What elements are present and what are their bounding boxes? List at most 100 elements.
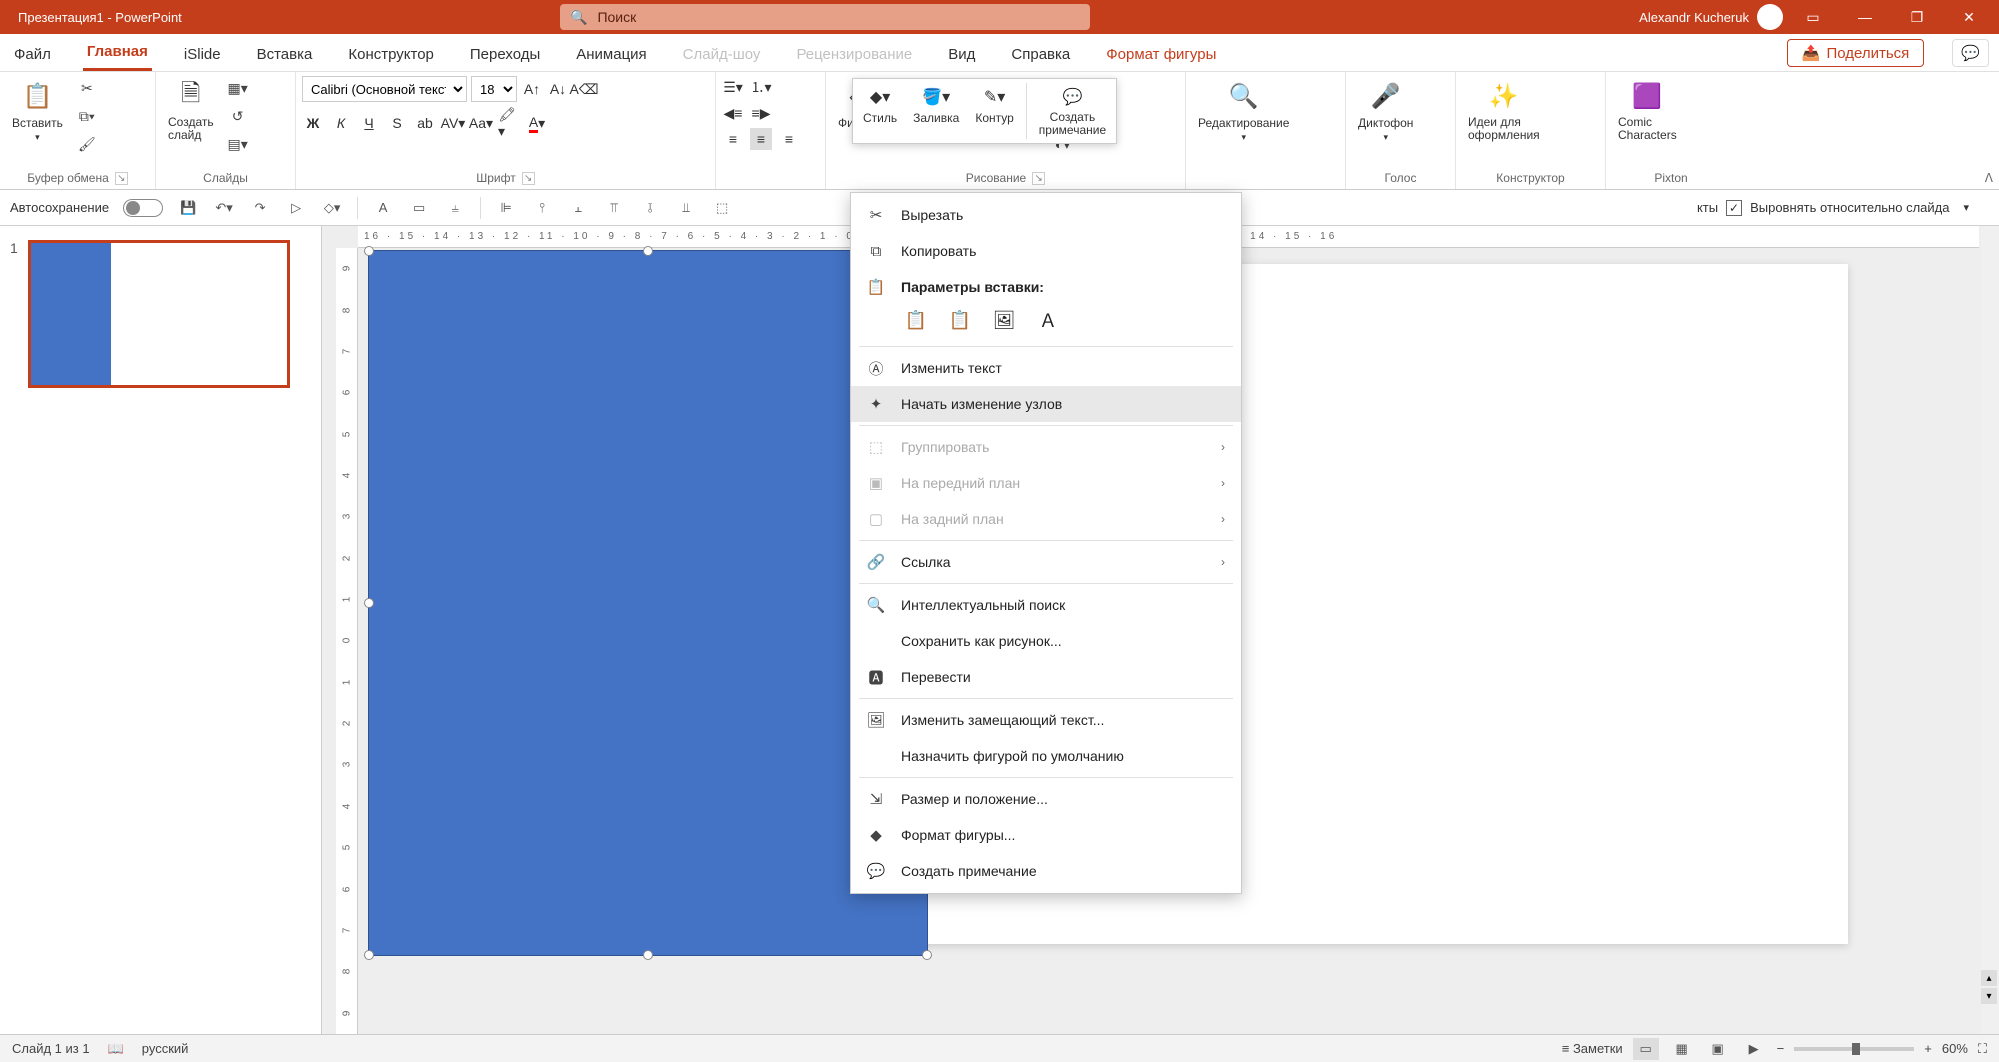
slide-sorter-view-icon[interactable]: ▦ xyxy=(1669,1038,1695,1060)
mini-new-comment-button[interactable]: 💬Создать примечание xyxy=(1035,83,1110,139)
font-size-combo[interactable]: 18 xyxy=(471,76,517,102)
launcher-icon[interactable]: ↘ xyxy=(1032,172,1045,185)
align-right-icon[interactable]: ⫠ xyxy=(567,197,589,219)
slide-thumbnails-panel[interactable]: 1 xyxy=(0,226,322,1034)
tab-help[interactable]: Справка xyxy=(1007,38,1074,71)
italic-icon[interactable]: К xyxy=(330,112,352,134)
strikethrough-icon[interactable]: S xyxy=(386,112,408,134)
cm-set-default-shape[interactable]: Назначить фигурой по умолчанию xyxy=(851,738,1241,774)
cm-size-position[interactable]: ⇲Размер и положение... xyxy=(851,781,1241,817)
layout-icon[interactable]: ▦▾ xyxy=(224,76,252,100)
resize-handle[interactable] xyxy=(364,950,374,960)
zoom-slider[interactable] xyxy=(1794,1047,1914,1051)
search-box[interactable]: 🔍 Поиск xyxy=(560,4,1090,30)
resize-handle[interactable] xyxy=(643,246,653,256)
launcher-icon[interactable]: ↘ xyxy=(522,172,535,185)
paste-button[interactable]: 📋 Вставить ▾ xyxy=(6,76,69,145)
zoom-out-icon[interactable]: − xyxy=(1777,1041,1785,1056)
font-name-combo[interactable]: Calibri (Основной текст xyxy=(302,76,467,102)
next-slide-icon[interactable]: ▾ xyxy=(1981,988,1997,1004)
redo-icon[interactable]: ↷ xyxy=(249,197,271,219)
cm-copy[interactable]: ⧉Копировать xyxy=(851,233,1241,269)
cm-alt-text[interactable]: 🖼Изменить замещающий текст... xyxy=(851,702,1241,738)
section-icon[interactable]: ▤▾ xyxy=(224,132,252,156)
start-slideshow-icon[interactable]: ▷ xyxy=(285,197,307,219)
slideshow-view-icon[interactable]: ▶ xyxy=(1741,1038,1767,1060)
cm-save-as-picture[interactable]: Сохранить как рисунок... xyxy=(851,623,1241,659)
mini-style-button[interactable]: ◆▾Стиль xyxy=(859,83,901,139)
decrease-font-icon[interactable]: A↓ xyxy=(547,78,569,100)
slide-canvas[interactable] xyxy=(648,264,1848,944)
align-left-qat-icon[interactable]: ⫨ xyxy=(444,197,466,219)
tab-view[interactable]: Вид xyxy=(944,38,979,71)
increase-font-icon[interactable]: A↑ xyxy=(521,78,543,100)
align-middle-icon[interactable]: ⫱ xyxy=(639,197,661,219)
highlight-icon[interactable]: 🖍▾ xyxy=(498,112,520,134)
minimize-button[interactable]: — xyxy=(1843,0,1887,34)
ribbon-mode-icon[interactable]: ▭ xyxy=(1791,0,1835,34)
paste-text-only-icon[interactable]: Ａ xyxy=(1033,305,1063,335)
cm-edit-text[interactable]: ⒶИзменить текст xyxy=(851,350,1241,386)
zoom-thumb[interactable] xyxy=(1852,1043,1860,1055)
vertical-scrollbar[interactable]: ▴ ▾ xyxy=(1981,226,1999,1034)
chevron-down-icon[interactable]: ▾ xyxy=(1963,201,1969,214)
tab-file[interactable]: Файл xyxy=(10,38,55,71)
align-objects-icon[interactable]: ⊫ xyxy=(495,197,517,219)
reset-icon[interactable]: ↺ xyxy=(224,104,252,128)
cut-icon[interactable]: ✂ xyxy=(73,76,101,100)
change-case-icon[interactable]: Aa▾ xyxy=(470,112,492,134)
slide-counter[interactable]: Слайд 1 из 1 xyxy=(12,1041,90,1056)
bullets-icon[interactable]: ☰▾ xyxy=(722,76,744,98)
slide-thumbnail[interactable] xyxy=(28,240,290,388)
dictate-button[interactable]: 🎤Диктофон▾ xyxy=(1352,76,1419,145)
cm-smart-lookup[interactable]: 🔍Интеллектуальный поиск xyxy=(851,587,1241,623)
tab-transitions[interactable]: Переходы xyxy=(466,38,544,71)
launcher-icon[interactable]: ↘ xyxy=(115,172,128,185)
align-right-icon[interactable]: ≡ xyxy=(778,128,800,150)
share-button[interactable]: 📤Поделиться xyxy=(1787,39,1925,67)
collapse-ribbon-icon[interactable]: ᐱ xyxy=(1985,171,1993,185)
underline-icon[interactable]: Ч xyxy=(358,112,380,134)
cm-edit-points[interactable]: ✦Начать изменение узлов xyxy=(851,386,1241,422)
tab-design[interactable]: Конструктор xyxy=(344,38,438,71)
prev-slide-icon[interactable]: ▴ xyxy=(1981,970,1997,986)
mini-fill-button[interactable]: 🪣▾Заливка xyxy=(909,83,963,139)
reading-view-icon[interactable]: ▣ xyxy=(1705,1038,1731,1060)
resize-handle[interactable] xyxy=(364,246,374,256)
avatar[interactable] xyxy=(1757,4,1783,30)
numbering-icon[interactable]: ⒈▾ xyxy=(750,76,772,98)
shape-fill-qat-icon[interactable]: ▭ xyxy=(408,197,430,219)
cm-cut[interactable]: ✂Вырезать xyxy=(851,197,1241,233)
undo-icon[interactable]: ↶▾ xyxy=(213,197,235,219)
save-icon[interactable]: 💾 xyxy=(177,197,199,219)
cm-translate[interactable]: 🅰Перевести xyxy=(851,659,1241,695)
shadow-icon[interactable]: ab xyxy=(414,112,436,134)
cm-new-comment[interactable]: 💬Создать примечание xyxy=(851,853,1241,889)
editing-button[interactable]: 🔍Редактирование▾ xyxy=(1192,76,1295,145)
design-ideas-button[interactable]: ✨Идеи для оформления xyxy=(1462,76,1546,144)
decrease-indent-icon[interactable]: ◀≡ xyxy=(722,102,744,124)
tab-islide[interactable]: iSlide xyxy=(180,38,225,71)
increase-indent-icon[interactable]: ≡▶ xyxy=(750,102,772,124)
format-painter-icon[interactable]: 🖌 xyxy=(73,132,101,156)
language-indicator[interactable]: русский xyxy=(142,1041,189,1056)
tab-home[interactable]: Главная xyxy=(83,35,152,71)
selected-shape[interactable] xyxy=(368,250,928,956)
distribute-h-icon[interactable]: ⬚ xyxy=(711,197,733,219)
align-center-icon[interactable]: ≡ xyxy=(750,128,772,150)
paste-keep-formatting-icon[interactable]: 📋 xyxy=(945,305,975,335)
char-spacing-icon[interactable]: AV▾ xyxy=(442,112,464,134)
comments-button[interactable]: 💬 xyxy=(1952,39,1989,67)
zoom-in-icon[interactable]: + xyxy=(1924,1041,1932,1056)
text-box-icon[interactable]: A xyxy=(372,197,394,219)
align-center-h-icon[interactable]: ⫯ xyxy=(531,197,553,219)
align-relative-checkbox[interactable]: ✓ xyxy=(1726,200,1742,216)
tab-animations[interactable]: Анимация xyxy=(572,38,650,71)
close-button[interactable]: ✕ xyxy=(1947,0,1991,34)
new-slide-button[interactable]: 🗎 Создать слайд xyxy=(162,76,220,144)
font-color-icon[interactable]: A▾ xyxy=(526,112,548,134)
shape-tool-icon[interactable]: ◇▾ xyxy=(321,197,343,219)
notes-button[interactable]: ≡ Заметки xyxy=(1562,1041,1623,1056)
tab-review[interactable]: Рецензирование xyxy=(792,38,916,71)
maximize-button[interactable]: ❐ xyxy=(1895,0,1939,34)
